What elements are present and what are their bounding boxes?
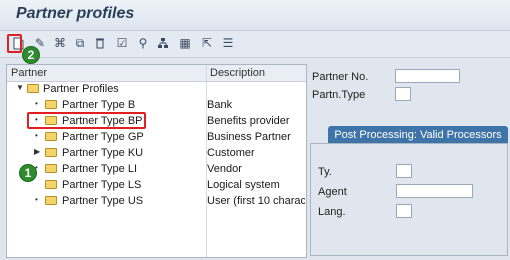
bullet-icon: • xyxy=(35,131,38,140)
tree-row-label: Partner Type LI xyxy=(62,163,138,175)
lang-field[interactable] xyxy=(396,204,412,218)
step-2-badge: 2 xyxy=(22,46,40,64)
folder-icon xyxy=(45,100,57,109)
folder-open-icon xyxy=(27,84,39,93)
application-toolbar: ✎ ⌘ ⧉ ☑ ⚲ ▦ ⇱ ☰ xyxy=(0,31,510,58)
bullet-icon: • xyxy=(35,195,38,204)
tree-row[interactable]: • Partner Type B Bank xyxy=(7,98,306,113)
notes-icon[interactable]: ☰ xyxy=(220,35,236,51)
partn-type-label: Partn.Type xyxy=(312,89,366,101)
page-title: Partner profiles xyxy=(16,5,135,22)
display-icon[interactable]: ⌘ xyxy=(52,35,68,51)
tree-row-desc: Logical system xyxy=(207,179,280,191)
tree-row[interactable]: • Partner Type GP Business Partner xyxy=(7,130,306,145)
folder-icon xyxy=(45,132,57,141)
agent-field[interactable] xyxy=(396,184,473,198)
partner-no-label: Partner No. xyxy=(312,71,369,83)
partner-no-field[interactable] xyxy=(395,69,460,83)
tab-post-processing[interactable]: Post Processing: Valid Processors xyxy=(328,126,508,143)
tree-row-desc: Customer xyxy=(207,147,255,159)
tab-content: Ty. Agent Lang. xyxy=(310,143,508,256)
tree-root[interactable]: ▼ Partner Profiles xyxy=(7,82,306,97)
detail-panel: Partner No. Partn.Type Post Processing: … xyxy=(310,64,508,256)
selected-row-highlight xyxy=(27,112,146,129)
folder-icon xyxy=(45,180,57,189)
tree-row-label: Partner Type KU xyxy=(62,147,144,159)
tree-row-desc: Business Partner xyxy=(207,131,291,143)
delete-icon[interactable] xyxy=(92,35,108,51)
bullet-icon: • xyxy=(35,99,38,108)
tree-row-desc: Benefits provider xyxy=(207,115,290,127)
partner-tree: Partner Description ▼ Partner Profiles •… xyxy=(6,64,307,258)
tree-row-label: Partner Type GP xyxy=(62,131,144,143)
check-icon[interactable]: ☑ xyxy=(114,35,130,51)
expand-icon[interactable]: ▼ xyxy=(16,83,24,92)
lang-label: Lang. xyxy=(318,206,346,218)
tree-row[interactable]: • Partner Type US User (first 10 charact xyxy=(7,194,306,209)
folder-icon xyxy=(45,196,57,205)
tree-root-label: Partner Profiles xyxy=(43,83,119,95)
where-used-icon[interactable]: ⚲ xyxy=(135,35,151,51)
tree-row-desc: User (first 10 charact xyxy=(207,195,305,207)
tree-row-selected[interactable]: Partner Type LS Logical system xyxy=(7,178,306,193)
table-icon[interactable]: ▦ xyxy=(177,35,193,51)
folder-icon xyxy=(45,148,57,157)
tree-row-desc: Bank xyxy=(207,99,233,111)
tree-row-label: Partner Type LS xyxy=(62,179,142,191)
partn-type-field[interactable] xyxy=(395,87,411,101)
hierarchy-icon[interactable] xyxy=(155,35,171,51)
title-bar: Partner profiles xyxy=(0,0,510,31)
column-partner[interactable]: Partner xyxy=(11,67,47,79)
ty-label: Ty. xyxy=(318,166,332,178)
ty-field[interactable] xyxy=(396,164,412,178)
folder-icon xyxy=(45,164,57,173)
column-description[interactable]: Description xyxy=(210,67,265,79)
tree-row-label: Partner Type B xyxy=(62,99,136,111)
tree-row[interactable]: • Partner Type LI Vendor xyxy=(7,162,306,177)
export-icon[interactable]: ⇱ xyxy=(199,35,215,51)
expand-right-icon[interactable]: ▶ xyxy=(34,147,40,156)
create-highlight xyxy=(7,34,22,53)
step-1-badge: 1 xyxy=(19,164,37,182)
tree-row[interactable]: ▶ Partner Type KU Customer xyxy=(7,146,306,161)
tree-row-desc: Vendor xyxy=(207,163,242,175)
tree-header: Partner Description xyxy=(7,65,306,82)
tree-row-label: Partner Type US xyxy=(62,195,144,207)
agent-label: Agent xyxy=(318,186,347,198)
copy-icon[interactable]: ⧉ xyxy=(72,35,88,51)
